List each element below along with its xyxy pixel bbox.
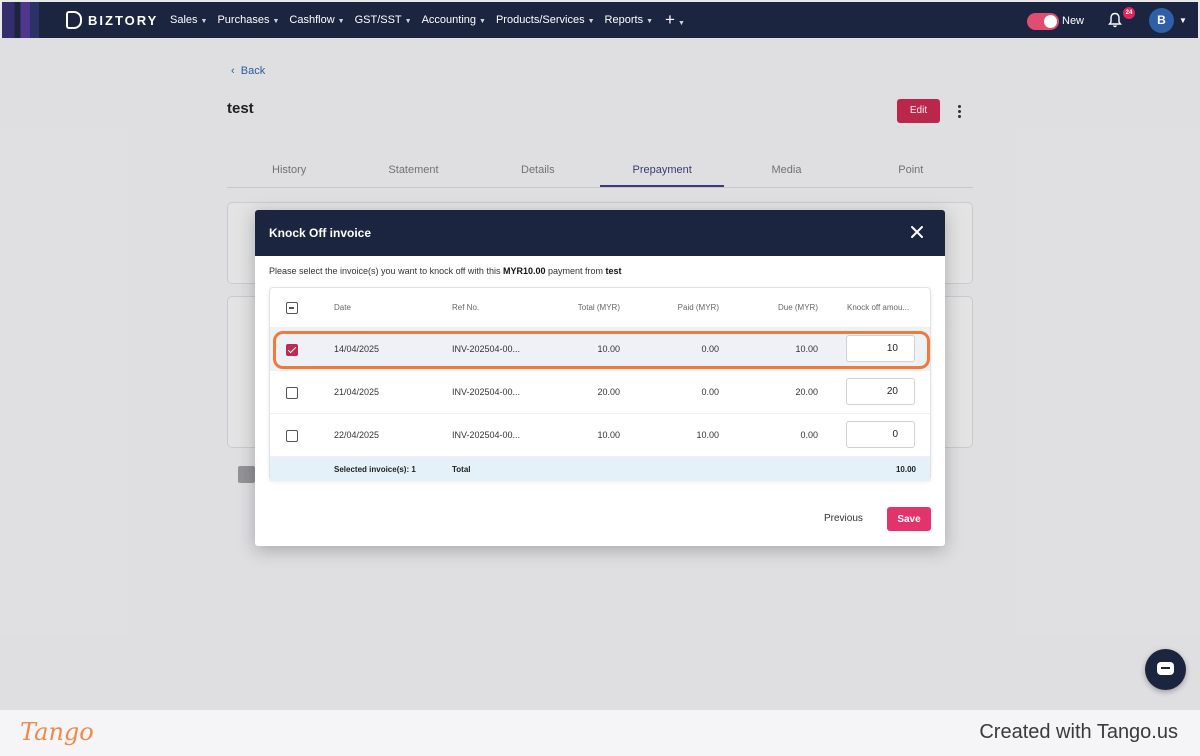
nav-purchases[interactable]: Purchases ▼ (217, 14, 279, 28)
invoice-paid: 0.00 (701, 344, 719, 354)
invoice-due: 10.00 (795, 344, 818, 354)
nav-reports[interactable]: Reports ▼ (605, 14, 653, 28)
new-ui-toggle[interactable] (1027, 13, 1059, 30)
chat-button[interactable] (1145, 649, 1186, 690)
tango-logo: Tango (20, 718, 94, 746)
chat-icon (1157, 662, 1174, 675)
invoice-total: 10.00 (597, 344, 620, 354)
row-checkbox[interactable] (286, 387, 298, 399)
modal-instruction: Please select the invoice(s) you want to… (269, 266, 622, 276)
select-all-checkbox[interactable] (286, 302, 298, 314)
chevron-down-icon[interactable]: ▼ (1179, 16, 1187, 25)
nav-accounting[interactable]: Accounting ▼ (422, 14, 486, 28)
tango-footer: Tango Created with Tango.us (0, 710, 1200, 756)
plus-icon: + (665, 10, 675, 29)
main-nav: Sales ▼ Purchases ▼ Cashflow ▼ GST/SST ▼ Acc… (170, 11, 685, 28)
chevron-down-icon: ▼ (337, 18, 345, 25)
column-date: Date (334, 303, 351, 312)
chevron-down-icon: ▼ (200, 18, 208, 25)
table-row[interactable]: 22/04/2025 INV-202504-00... 10.00 10.00 … (270, 414, 930, 457)
invoice-paid: 0.00 (701, 387, 719, 397)
chevron-down-icon: ▼ (587, 18, 595, 25)
invoice-ref[interactable]: INV-202504-00... (452, 430, 520, 440)
invoice-date: 22/04/2025 (334, 430, 380, 440)
customer-name: test (605, 266, 622, 276)
nav-cashflow[interactable]: Cashflow ▼ (289, 14, 344, 28)
tango-credit: Created with Tango.us (979, 721, 1178, 743)
table-header: Date Ref No. Total (MYR) Paid (MYR) Due … (270, 288, 930, 328)
chevron-down-icon: ▼ (646, 18, 654, 25)
top-navbar: BIZTORY Sales ▼ Purchases ▼ Cashflow ▼ GST/… (2, 2, 1198, 38)
modal-title: Knock Off invoice (269, 226, 372, 240)
column-paid: Paid (MYR) (677, 303, 719, 312)
total-value: 10.00 (895, 465, 916, 474)
row-checkbox[interactable] (286, 344, 298, 356)
brand-mark-icon (66, 11, 82, 29)
nav-sales[interactable]: Sales ▼ (170, 14, 207, 28)
brand-logo[interactable]: BIZTORY (66, 11, 158, 29)
table-row[interactable]: 14/04/2025 INV-202504-00... 10.00 0.00 1… (270, 328, 930, 371)
invoice-date: 14/04/2025 (334, 344, 380, 354)
invoice-ref[interactable]: INV-202504-00... (452, 387, 520, 397)
knock-off-amount-input[interactable]: 10 (846, 335, 915, 362)
invoice-due: 0.00 (800, 430, 818, 440)
table-footer: Selected invoice(s): 1 Total 10.00 (270, 457, 930, 481)
knock-off-modal: Knock Off invoice Please select the invo… (255, 210, 945, 546)
column-knock-off: Knock off amou... (847, 303, 910, 312)
knock-off-amount-input[interactable]: 20 (846, 378, 915, 405)
nav-gst-sst[interactable]: GST/SST ▼ (355, 14, 412, 28)
column-ref-no: Ref No. (452, 303, 480, 312)
bell-icon[interactable] (1108, 12, 1122, 28)
invoice-total: 20.00 (597, 387, 620, 397)
selected-count: Selected invoice(s): 1 (334, 465, 416, 474)
avatar[interactable]: B (1149, 8, 1174, 33)
previous-button[interactable]: Previous (824, 513, 863, 524)
modal-header: Knock Off invoice (255, 210, 945, 256)
notification-badge: 24 (1123, 7, 1135, 19)
knock-off-amount-input[interactable]: 0 (846, 421, 915, 448)
payment-amount: MYR10.00 (502, 266, 546, 276)
logo-pattern (2, 2, 64, 38)
brand-name: BIZTORY (88, 12, 159, 28)
invoice-paid: 10.00 (696, 430, 719, 440)
toggle-label: New (1062, 15, 1085, 27)
save-button[interactable]: Save (887, 507, 931, 531)
nav-add-menu[interactable]: + ▼ (663, 11, 685, 28)
total-label: Total (452, 465, 471, 474)
invoice-due: 20.00 (795, 387, 818, 397)
column-due: Due (MYR) (777, 303, 818, 312)
invoice-table: Date Ref No. Total (MYR) Paid (MYR) Due … (269, 287, 931, 481)
chevron-down-icon: ▼ (479, 18, 486, 25)
column-total: Total (MYR) (577, 303, 620, 312)
nav-products-services[interactable]: Products/Services ▼ (496, 14, 595, 28)
invoice-total: 10.00 (597, 430, 620, 440)
invoice-ref[interactable]: INV-202504-00... (452, 344, 520, 354)
invoice-date: 21/04/2025 (334, 387, 380, 397)
chevron-down-icon: ▼ (404, 18, 412, 25)
table-row[interactable]: 21/04/2025 INV-202504-00... 20.00 0.00 2… (270, 371, 930, 414)
chevron-down-icon: ▼ (272, 18, 280, 25)
chevron-down-icon: ▼ (677, 20, 685, 27)
row-checkbox[interactable] (286, 430, 298, 442)
close-icon[interactable] (909, 224, 925, 240)
